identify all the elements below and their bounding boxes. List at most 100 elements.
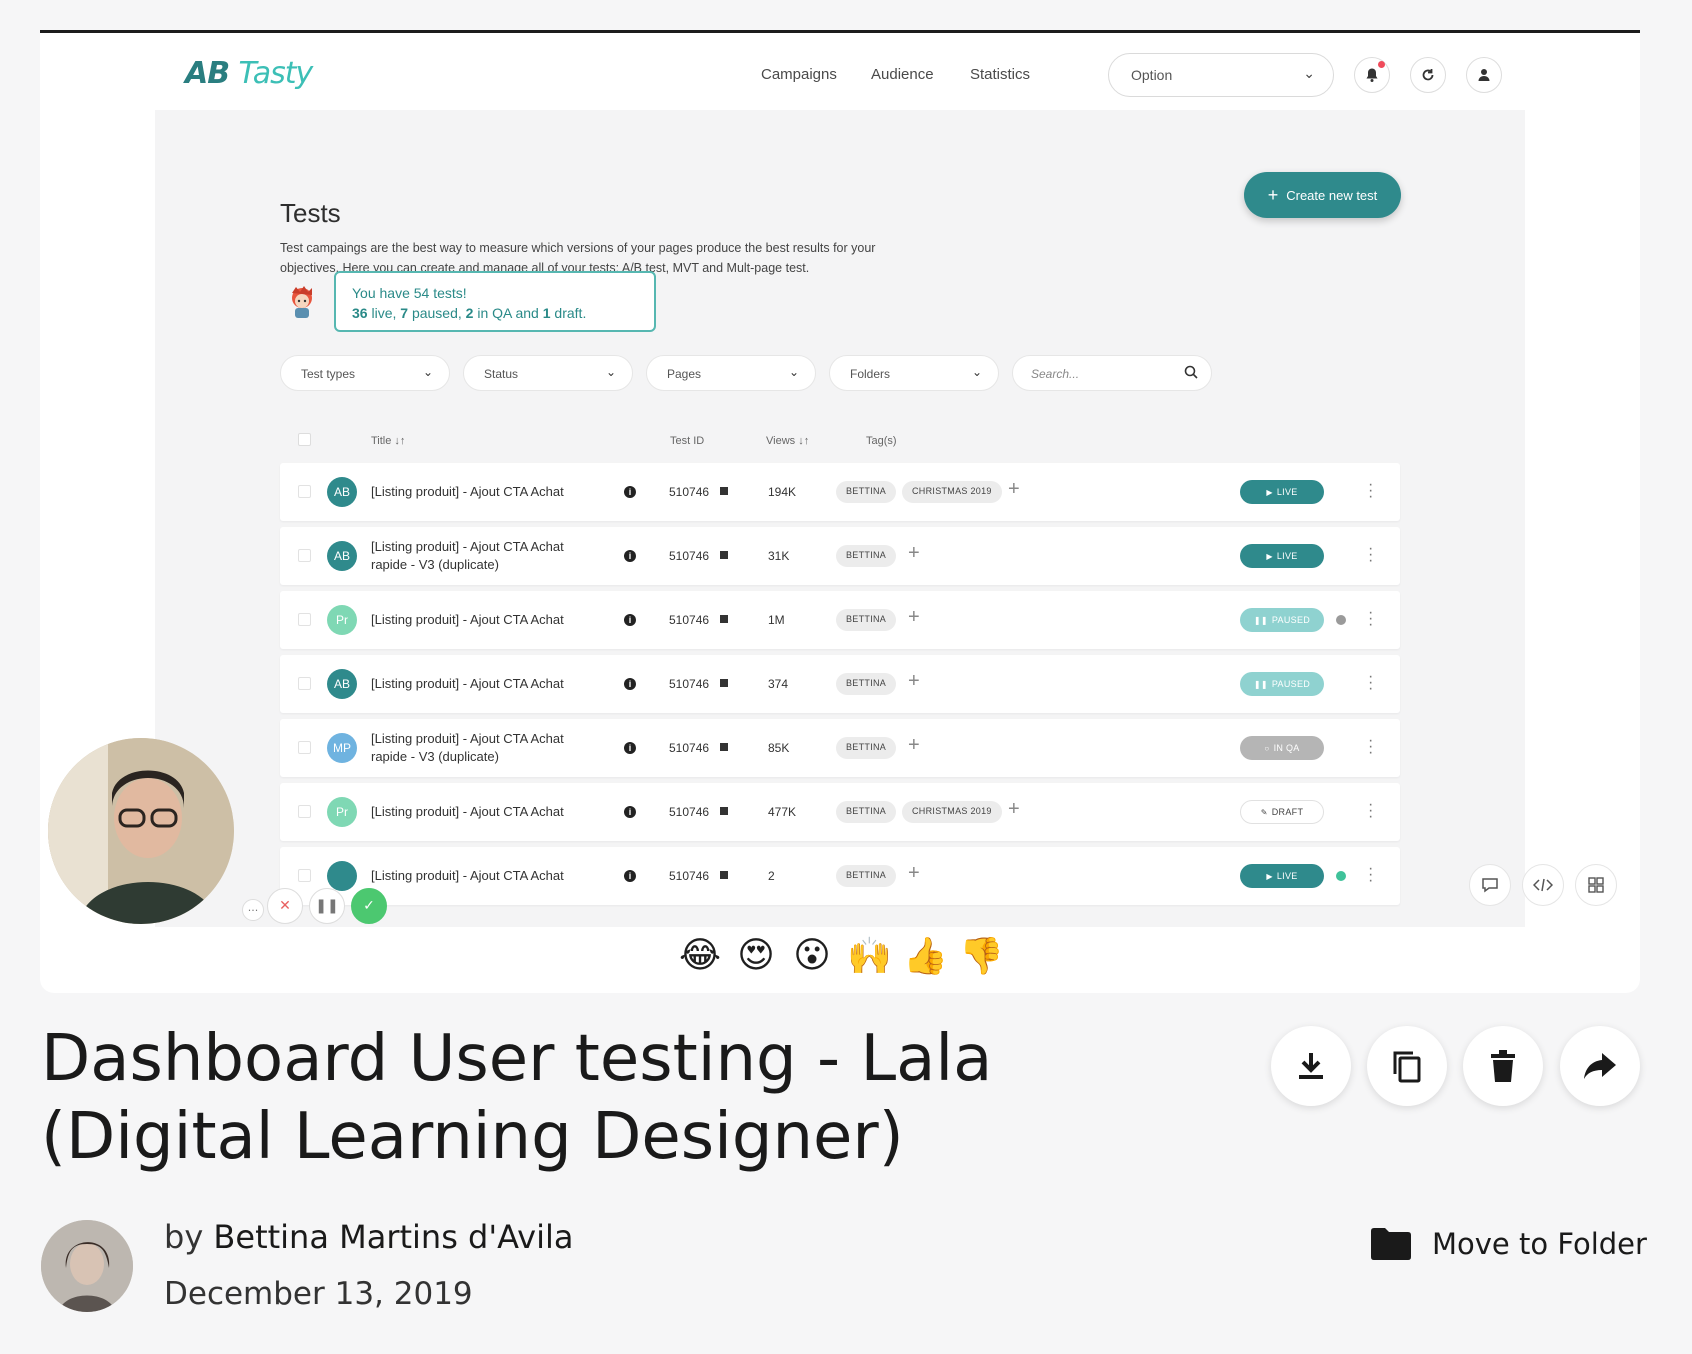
info-icon[interactable]: i (624, 486, 636, 498)
row-menu-icon[interactable]: · · · (1368, 605, 1373, 633)
copy-id-icon[interactable] (720, 615, 728, 623)
row-checkbox[interactable] (298, 741, 311, 754)
table-row[interactable]: Pr [Listing produit] - Ajout CTA Achat i 51… (280, 783, 1400, 841)
nav-campaigns[interactable]: Campaigns (761, 66, 837, 83)
test-title[interactable]: [Listing produit] - Ajout CTA Achat (371, 463, 601, 521)
reaction-raised-hands[interactable]: 🙌 (847, 935, 892, 985)
nav-statistics[interactable]: Statistics (970, 66, 1030, 83)
pause-recording-button[interactable]: ❚❚ (309, 888, 345, 924)
webcam-bubble[interactable] (48, 738, 234, 924)
info-icon[interactable]: i (624, 742, 636, 754)
table-row[interactable]: AB [Listing produit] - Ajout CTA Achat i 51… (280, 463, 1400, 521)
tag-badge[interactable]: BETTINA (836, 673, 897, 695)
test-title[interactable]: [Listing produit] - Ajout CTA Achat rapi… (371, 719, 601, 777)
row-checkbox[interactable] (298, 485, 311, 498)
row-checkbox[interactable] (298, 549, 311, 562)
select-all-checkbox[interactable] (298, 433, 311, 446)
status-badge[interactable]: ○ IN QA (1240, 736, 1324, 760)
column-views[interactable]: Views ↓↑ (766, 435, 809, 447)
filter-folders[interactable]: Folders ⌄ (829, 355, 999, 391)
filter-status[interactable]: Status ⌄ (463, 355, 633, 391)
option-select[interactable]: Option ⌄ (1108, 53, 1334, 97)
add-tag-icon[interactable]: + (908, 862, 920, 885)
tag-badge[interactable]: BETTINA (836, 865, 897, 887)
copy-id-icon[interactable] (720, 679, 728, 687)
table-row[interactable]: AB [Listing produit] - Ajout CTA Achat i 51… (280, 655, 1400, 713)
cancel-recording-button[interactable]: ✕ (267, 888, 303, 924)
more-options-button[interactable]: ··· (242, 899, 264, 921)
add-tag-icon[interactable]: + (908, 542, 920, 565)
status-badge[interactable]: ❚❚ PAUSED (1240, 608, 1324, 632)
delete-button[interactable] (1463, 1026, 1543, 1106)
info-icon[interactable]: i (624, 550, 636, 562)
table-row[interactable]: Pr [Listing produit] - Ajout CTA Achat i 51… (280, 591, 1400, 649)
row-menu-icon[interactable]: · · · (1368, 669, 1373, 697)
move-to-folder-button[interactable]: Move to Folder (1370, 1224, 1647, 1264)
test-title[interactable]: [Listing produit] - Ajout CTA Achat (371, 847, 601, 905)
create-new-test-button[interactable]: + Create new test (1244, 172, 1401, 218)
add-tag-icon[interactable]: + (908, 734, 920, 757)
filter-pages[interactable]: Pages ⌄ (646, 355, 816, 391)
finish-recording-button[interactable]: ✓ (351, 888, 387, 924)
copy-id-icon[interactable] (720, 551, 728, 559)
table-row[interactable]: AB [Listing produit] - Ajout CTA Achat ra… (280, 527, 1400, 585)
status-badge[interactable]: ❚❚ PAUSED (1240, 672, 1324, 696)
status-badge[interactable]: ▶ LIVE (1240, 544, 1324, 568)
tag-badge[interactable]: CHRISTMAS 2019 (902, 481, 1002, 503)
add-tag-icon[interactable]: + (908, 606, 920, 629)
author-name[interactable]: Bettina Martins d'Avila (213, 1218, 573, 1256)
table-row[interactable]: [Listing produit] - Ajout CTA Achat i 5107… (280, 847, 1400, 905)
info-icon[interactable]: i (624, 806, 636, 818)
tag-badge[interactable]: BETTINA (836, 801, 897, 823)
info-icon[interactable]: i (624, 614, 636, 626)
notifications-button[interactable] (1354, 57, 1390, 93)
search-input[interactable]: Search... (1012, 355, 1212, 391)
test-title[interactable]: [Listing produit] - Ajout CTA Achat rapi… (371, 527, 601, 585)
download-button[interactable] (1271, 1026, 1351, 1106)
tag-badge[interactable]: BETTINA (836, 481, 897, 503)
reaction-heart-eyes[interactable]: 😍 (735, 935, 777, 985)
history-button[interactable] (1410, 57, 1446, 93)
tag-badge[interactable]: BETTINA (836, 737, 897, 759)
grid-button[interactable] (1575, 864, 1617, 906)
status-badge[interactable]: ▶ LIVE (1240, 480, 1324, 504)
reaction-thumbs-up[interactable]: 👍 (903, 935, 948, 985)
info-icon[interactable]: i (624, 678, 636, 690)
row-checkbox[interactable] (298, 677, 311, 690)
table-row[interactable]: MP [Listing produit] - Ajout CTA Achat ra… (280, 719, 1400, 777)
add-tag-icon[interactable]: + (908, 670, 920, 693)
reaction-surprised[interactable]: 😮 (791, 935, 833, 985)
column-title[interactable]: Title ↓↑ (371, 435, 405, 447)
copy-id-icon[interactable] (720, 743, 728, 751)
add-tag-icon[interactable]: + (1008, 798, 1020, 821)
status-badge[interactable]: ▶ LIVE (1240, 864, 1324, 888)
row-menu-icon[interactable]: · · · (1368, 541, 1373, 569)
row-menu-icon[interactable]: · · · (1368, 797, 1373, 825)
share-button[interactable] (1560, 1026, 1640, 1106)
reaction-laugh[interactable]: 😂 (679, 935, 721, 985)
code-button[interactable] (1522, 864, 1564, 906)
author-avatar[interactable] (41, 1220, 133, 1312)
nav-audience[interactable]: Audience (871, 66, 934, 83)
row-menu-icon[interactable]: · · · (1368, 477, 1373, 505)
tag-badge[interactable]: BETTINA (836, 545, 897, 567)
copy-id-icon[interactable] (720, 487, 728, 495)
status-badge[interactable]: ✎ DRAFT (1240, 800, 1324, 824)
test-title[interactable]: [Listing produit] - Ajout CTA Achat (371, 591, 601, 649)
test-title[interactable]: [Listing produit] - Ajout CTA Achat (371, 655, 601, 713)
filter-test-types[interactable]: Test types ⌄ (280, 355, 450, 391)
test-title[interactable]: [Listing produit] - Ajout CTA Achat (371, 783, 601, 841)
row-checkbox[interactable] (298, 805, 311, 818)
copy-id-icon[interactable] (720, 871, 728, 879)
row-menu-icon[interactable]: · · · (1368, 861, 1373, 889)
copy-id-icon[interactable] (720, 807, 728, 815)
reaction-thumbs-down[interactable]: 👎 (959, 935, 1004, 985)
add-tag-icon[interactable]: + (1008, 478, 1020, 501)
info-icon[interactable]: i (624, 870, 636, 882)
comment-button[interactable] (1469, 864, 1511, 906)
row-menu-icon[interactable]: · · · (1368, 733, 1373, 761)
tag-badge[interactable]: CHRISTMAS 2019 (902, 801, 1002, 823)
profile-button[interactable] (1466, 57, 1502, 93)
row-checkbox[interactable] (298, 613, 311, 626)
duplicate-button[interactable] (1367, 1026, 1447, 1106)
